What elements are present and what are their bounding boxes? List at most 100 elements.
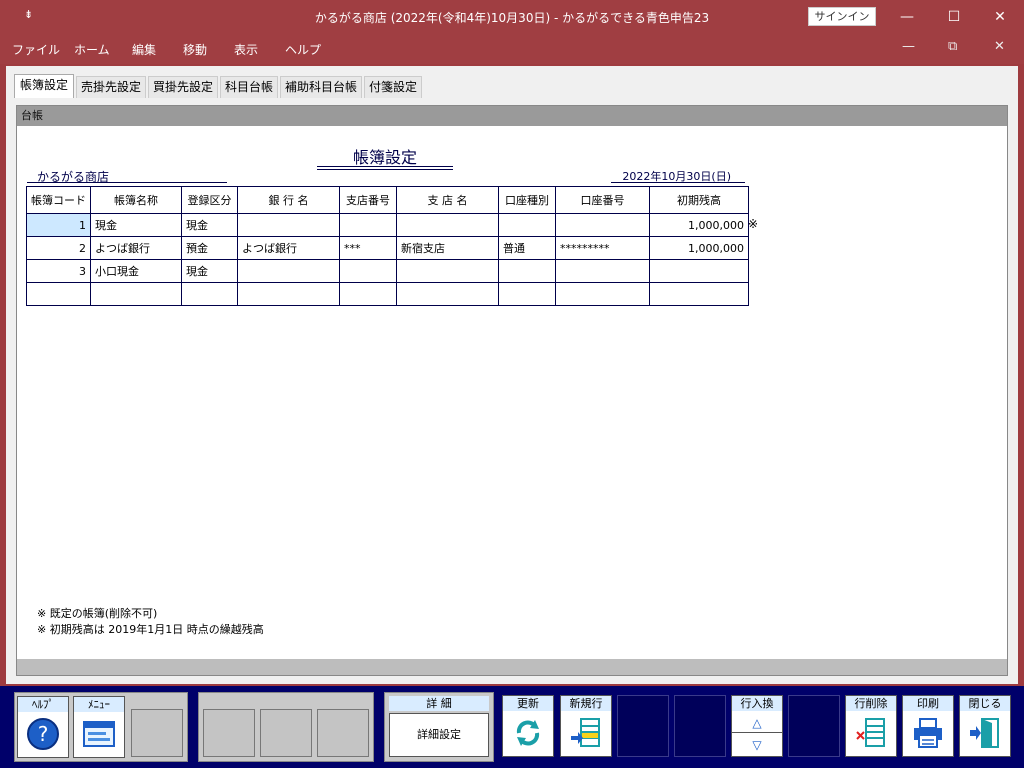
col-branch-name: 支 店 名 (396, 186, 499, 214)
table-cell[interactable] (498, 282, 556, 306)
minimize-icon[interactable]: — (894, 6, 920, 28)
table-cell[interactable] (396, 213, 499, 237)
table-cell[interactable] (555, 213, 650, 237)
close-icon[interactable]: ✕ (987, 6, 1013, 28)
doc-restore-icon[interactable]: ⧉ (948, 39, 957, 54)
work-area: 帳簿設定 売掛先設定 買掛先設定 科目台帳 補助科目台帳 付箋設定 台帳 帳簿設… (6, 66, 1018, 684)
page-title: 帳簿設定 (352, 148, 417, 167)
table-cell[interactable]: 3 (26, 259, 91, 283)
doc-close-icon[interactable]: ✕ (994, 39, 1005, 54)
delete-row-button[interactable]: 行削除 (845, 695, 897, 757)
table-row[interactable]: 2 よつば銀行 預金 よつば銀行 *** 新宿支店 普通 ********* 1… (26, 236, 749, 260)
arrow-down-icon[interactable]: ▽ (732, 734, 782, 756)
col-branch-no: 支店番号 (339, 186, 397, 214)
menu-home[interactable]: ホーム (74, 41, 110, 58)
table-cell[interactable]: 1,000,000 (649, 213, 749, 237)
table-cell[interactable] (339, 259, 397, 283)
table-cell[interactable] (237, 213, 340, 237)
col-code: 帳簿コード (26, 186, 91, 214)
table-cell[interactable] (396, 259, 499, 283)
maximize-icon[interactable]: ☐ (941, 6, 967, 28)
table-cell[interactable] (396, 282, 499, 306)
table-cell[interactable]: よつば銀行 (90, 236, 182, 260)
menu-bar: ファイル ホーム 編集 移動 表示 ヘルプ — ⧉ ✕ (0, 34, 1024, 64)
tab-payables[interactable]: 買掛先設定 (148, 76, 218, 98)
menu-view[interactable]: 表示 (234, 41, 258, 58)
empty-slot (131, 709, 183, 757)
signin-button[interactable]: サインイン (808, 7, 876, 26)
col-account-type: 口座種別 (498, 186, 556, 214)
table-cell[interactable] (90, 282, 182, 306)
panel-footer (17, 659, 1007, 675)
table-cell[interactable]: 2 (26, 236, 91, 260)
menu-help[interactable]: ヘルプ (285, 41, 321, 58)
new-row-button-label: 新規行 (561, 696, 611, 711)
title-bar: ⇟ かるがる商店 (2022年(令和4年)10月30日) - かるがるできる青色… (0, 0, 1024, 34)
delete-row-button-label: 行削除 (846, 696, 896, 711)
row-swap-button-label: 行入換 (732, 696, 782, 711)
note-opening-balance: ※ 初期残高は 2019年1月1日 時点の繰越残高 (37, 623, 264, 636)
table-cell[interactable]: ********* (555, 236, 650, 260)
help-button[interactable]: ﾍﾙﾌﾟ ? (17, 696, 69, 758)
table-cell[interactable] (555, 282, 650, 306)
update-button[interactable]: 更新 (502, 695, 554, 757)
tab-sticky-notes[interactable]: 付箋設定 (364, 76, 422, 98)
col-opening-balance: 初期残高 (649, 186, 749, 214)
table-cell[interactable]: 現金 (90, 213, 182, 237)
table-cell[interactable] (237, 282, 340, 306)
menu-file[interactable]: ファイル (12, 41, 60, 58)
panel-header: 台帳 (17, 106, 1007, 126)
default-ledger-mark: ※ (748, 217, 759, 231)
table-cell[interactable]: 1,000,000 (649, 236, 749, 260)
menu-move[interactable]: 移動 (183, 41, 207, 58)
empty-slot (317, 709, 369, 757)
table-cell[interactable] (498, 259, 556, 283)
tab-sub-account-ledger[interactable]: 補助科目台帳 (280, 76, 362, 98)
table-cell[interactable] (237, 259, 340, 283)
print-button[interactable]: 印刷 (902, 695, 954, 757)
table-cell[interactable]: 現金 (181, 213, 238, 237)
table-cell[interactable]: 預金 (181, 236, 238, 260)
update-button-label: 更新 (503, 696, 553, 711)
company-underline (27, 182, 227, 183)
tab-ledger-settings[interactable]: 帳簿設定 (14, 74, 74, 98)
close-button[interactable]: 閉じる (959, 695, 1011, 757)
table-cell[interactable]: *** (339, 236, 397, 260)
arrow-up-icon[interactable]: △ (732, 713, 782, 733)
table-cell[interactable] (26, 282, 91, 306)
menu-button[interactable]: ﾒﾆｭｰ (73, 696, 125, 758)
detail-settings-button[interactable]: 詳細設定 (389, 713, 489, 757)
table-cell[interactable] (498, 213, 556, 237)
table-cell[interactable]: 小口現金 (90, 259, 182, 283)
col-bank: 銀 行 名 (237, 186, 340, 214)
empty-slot (260, 709, 312, 757)
row-swap-button[interactable]: 行入換 △ ▽ (731, 695, 783, 757)
table-row[interactable] (26, 282, 749, 306)
table-cell[interactable] (649, 282, 749, 306)
tab-account-ledger[interactable]: 科目台帳 (220, 76, 278, 98)
tab-receivables[interactable]: 売掛先設定 (76, 76, 146, 98)
doc-minimize-icon[interactable]: — (902, 39, 915, 54)
table-cell[interactable] (649, 259, 749, 283)
table-cell[interactable]: 普通 (498, 236, 556, 260)
empty-slot (788, 695, 840, 757)
table-cell[interactable] (339, 213, 397, 237)
detail-header: 詳 細 (389, 696, 489, 711)
table-cell[interactable] (555, 259, 650, 283)
table-row[interactable]: 3 小口現金 現金 (26, 259, 749, 283)
close-button-label: 閉じる (960, 696, 1010, 711)
table-cell[interactable] (339, 282, 397, 306)
new-row-icon (569, 716, 603, 750)
table-header-row: 帳簿コード 帳簿名称 登録区分 銀 行 名 支店番号 支 店 名 口座種別 口座… (26, 186, 749, 214)
table-cell[interactable]: 1 (26, 213, 91, 237)
menu-edit[interactable]: 編集 (132, 41, 156, 58)
table-row[interactable]: 1 現金 現金 1,000,000 (26, 213, 749, 237)
table-cell[interactable]: 現金 (181, 259, 238, 283)
table-cell[interactable]: よつば銀行 (237, 236, 340, 260)
menu-button-label: ﾒﾆｭｰ (74, 697, 124, 712)
table-cell[interactable] (181, 282, 238, 306)
new-row-button[interactable]: 新規行 (560, 695, 612, 757)
table-cell[interactable]: 新宿支店 (396, 236, 499, 260)
exit-door-icon (968, 716, 1002, 750)
svg-text:?: ? (38, 722, 49, 746)
